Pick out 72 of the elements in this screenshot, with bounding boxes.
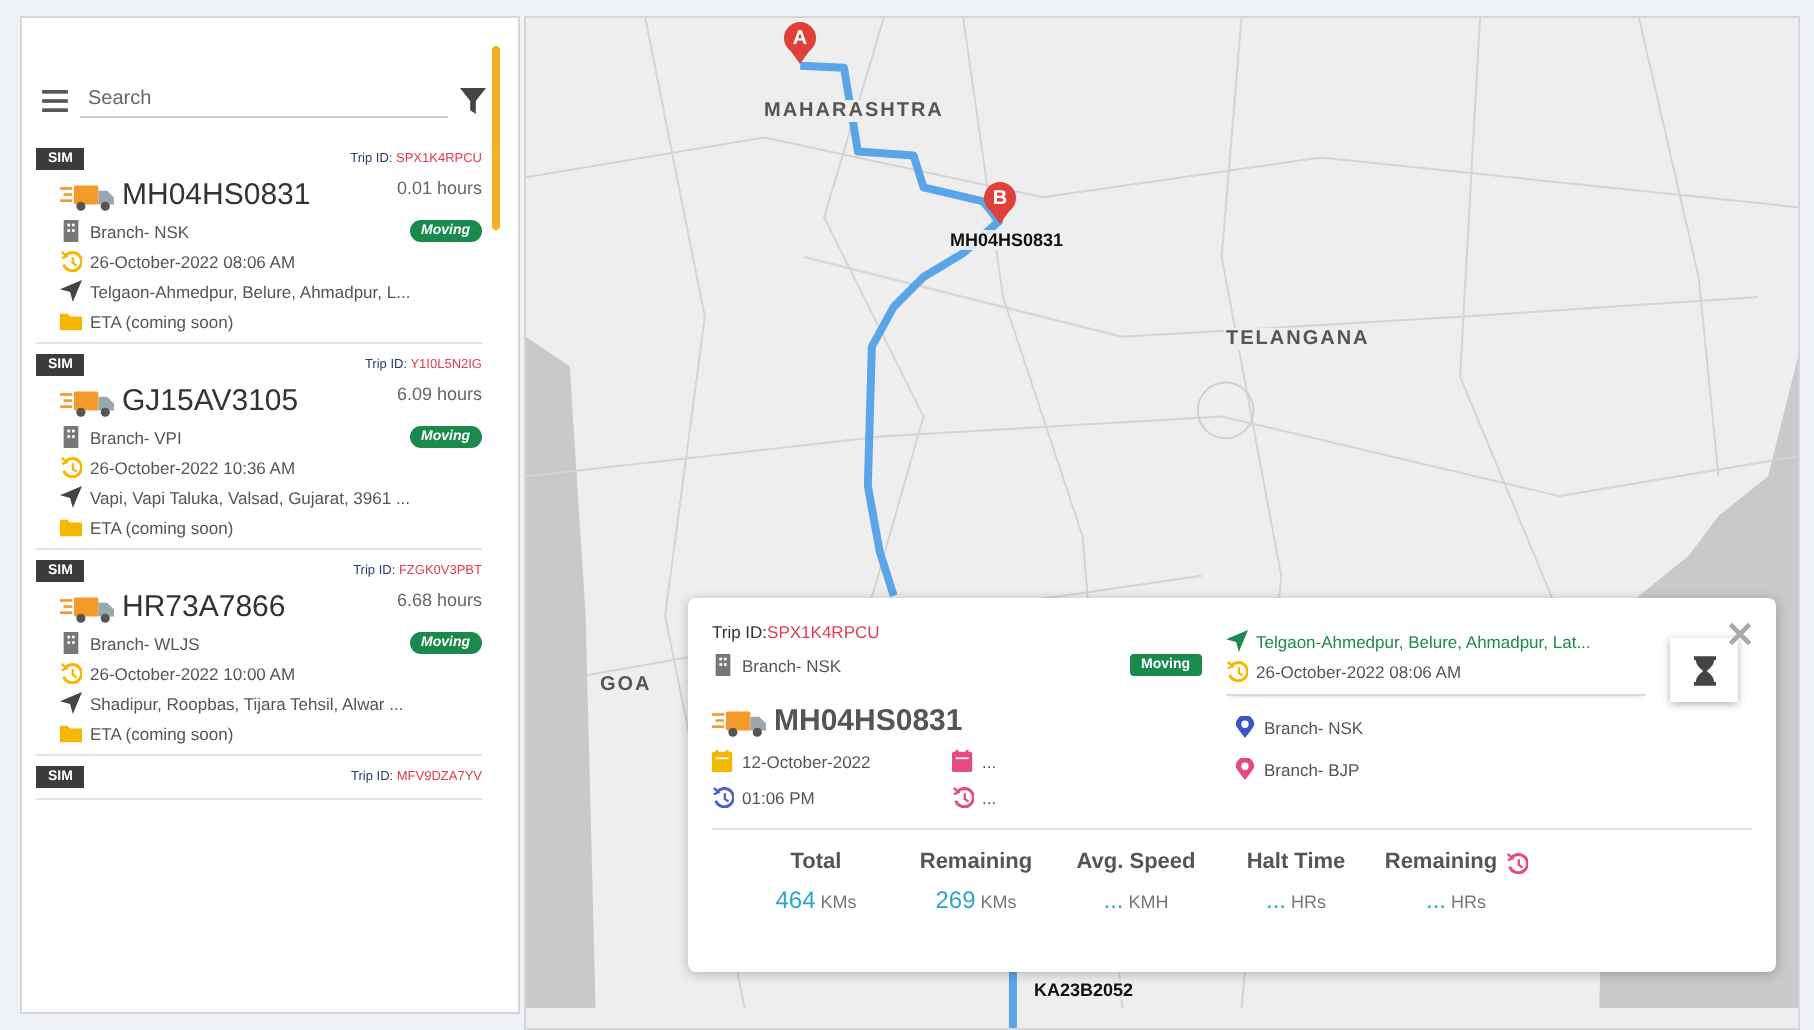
duration-text: 0.01 hours xyxy=(396,178,482,198)
location-text: Telgaon-Ahmedpur, Belure, Ahmadpur, L... xyxy=(90,281,411,301)
hourglass-icon xyxy=(1693,655,1715,685)
stat-label: Total xyxy=(790,850,842,874)
clock-icon xyxy=(60,456,82,478)
location-text: Vapi, Vapi Taluka, Valsad, Gujarat, 3961 ... xyxy=(90,487,411,507)
region-label: MAHARASHTRA xyxy=(762,100,946,122)
navigation-icon xyxy=(60,280,82,302)
vehicle-number: MH04HS0831 xyxy=(774,704,963,738)
hourglass-button[interactable] xyxy=(1670,638,1738,702)
datetime-text: 26-October-2022 08:06 AM xyxy=(1256,661,1462,681)
clock-icon xyxy=(952,786,974,808)
folder-icon xyxy=(60,722,82,744)
eta-text: ETA (coming soon) xyxy=(90,723,234,743)
region-label: TELANGANA xyxy=(1224,328,1372,350)
calendar-icon xyxy=(952,750,974,772)
clock-icon xyxy=(712,786,734,808)
close-icon xyxy=(1728,622,1752,646)
navigation-icon xyxy=(60,486,82,508)
trip-id: Trip ID:SPX1K4RPCU xyxy=(712,622,882,642)
clock-icon xyxy=(60,662,82,684)
calendar-icon xyxy=(712,750,734,772)
building-icon xyxy=(60,426,82,448)
region-label: GOA xyxy=(598,674,654,696)
origin-text: Branch- NSK xyxy=(1264,717,1364,737)
branch-text: Branch- VPI xyxy=(90,427,182,447)
stat-value: ... HRs xyxy=(1265,886,1326,914)
clock-icon xyxy=(60,250,82,272)
end-time: ... xyxy=(982,787,997,807)
stat-value: ... HRs xyxy=(1425,886,1486,914)
folder-icon xyxy=(60,516,82,538)
stat-label: Remaining xyxy=(1384,850,1498,874)
vehicle-map-label: KA23B2052 xyxy=(1032,980,1136,1000)
stat-label: Remaining xyxy=(919,850,1033,874)
building-icon xyxy=(60,632,82,654)
filter-icon[interactable] xyxy=(460,87,486,113)
location-pin-icon xyxy=(1234,716,1256,738)
folder-icon xyxy=(60,310,82,332)
eta-text: ETA (coming soon) xyxy=(90,311,234,331)
stat-value: ... KMH xyxy=(1103,886,1169,914)
datetime-text: 26-October-2022 08:06 AM xyxy=(90,251,296,271)
start-time: 01:06 PM xyxy=(742,787,815,807)
stat-value: 464 KMs xyxy=(775,886,857,914)
end-date: ... xyxy=(982,751,997,771)
duration-text: 6.68 hours xyxy=(396,590,482,610)
stat-label: Halt Time xyxy=(1246,850,1346,874)
location-text: Telgaon-Ahmedpur, Belure, Ahmadpur, Lat... xyxy=(1256,631,1591,651)
datetime-text: 26-October-2022 10:00 AM xyxy=(90,663,296,683)
vehicle-map-label: MH04HS0831 xyxy=(948,230,1066,250)
vehicle-number: HR73A7866 xyxy=(122,590,286,624)
scrollbar-thumb[interactable] xyxy=(492,46,500,230)
branch-text: Branch- WLJS xyxy=(90,633,200,653)
menu-icon[interactable] xyxy=(42,89,68,111)
destination-text: Branch- BJP xyxy=(1264,759,1360,779)
datetime-text: 26-October-2022 10:36 AM xyxy=(90,457,296,477)
branch-text: Branch- NSK xyxy=(742,655,842,675)
clock-icon xyxy=(1505,851,1528,873)
building-icon xyxy=(712,654,734,676)
branch-text: Branch- NSK xyxy=(90,221,190,241)
navigation-icon xyxy=(60,692,82,714)
clock-icon xyxy=(1226,660,1248,682)
start-date: 12-October-2022 xyxy=(742,751,871,771)
stat-label: Avg. Speed xyxy=(1076,850,1196,874)
stat-value: 269 KMs xyxy=(935,886,1017,914)
vehicle-number: GJ15AV3105 xyxy=(122,384,299,418)
navigation-icon xyxy=(1226,630,1248,652)
vehicle-number: MH04HS0831 xyxy=(122,178,311,212)
eta-text: ETA (coming soon) xyxy=(90,517,234,537)
location-text: Shadipur, Roopbas, Tijara Tehsil, Alwar ... xyxy=(90,693,404,713)
building-icon xyxy=(60,220,82,242)
location-pin-icon xyxy=(1234,758,1256,780)
duration-text: 6.09 hours xyxy=(396,384,482,404)
